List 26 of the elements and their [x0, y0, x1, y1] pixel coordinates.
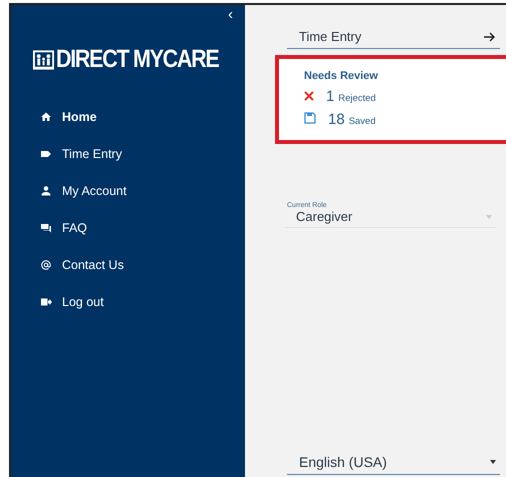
time-entry-link[interactable]: Time Entry	[287, 29, 500, 49]
nav-item[interactable]: Log out	[11, 283, 245, 320]
chat-icon	[40, 222, 52, 234]
nav-item[interactable]: FAQ	[11, 209, 245, 246]
count: 1	[326, 88, 334, 105]
at-icon	[40, 258, 52, 270]
nav-item[interactable]: Contact Us	[11, 246, 245, 283]
close-icon	[304, 91, 314, 101]
count: 18	[328, 111, 345, 128]
language-select[interactable]: English (USA)	[287, 454, 500, 475]
count-label: Rejected	[338, 93, 376, 104]
arrow-right-icon	[484, 32, 496, 42]
nav-item[interactable]: Home	[11, 98, 245, 135]
role-select[interactable]: Caregiver	[285, 209, 496, 228]
nav-item[interactable]: Time Entry	[11, 135, 245, 172]
caret-icon	[490, 460, 496, 464]
home-icon	[40, 110, 52, 122]
logo-text: DIRECT MYCARE	[56, 45, 219, 74]
count-label: Saved	[348, 116, 376, 127]
nav-item[interactable]: My Account	[11, 172, 245, 209]
person-icon	[40, 184, 52, 196]
caret-icon	[486, 214, 492, 218]
family-logo-icon	[33, 50, 54, 70]
collapse-button[interactable]: ‹	[228, 7, 233, 23]
card-title: Needs Review	[304, 70, 379, 82]
logout-icon	[40, 296, 52, 308]
